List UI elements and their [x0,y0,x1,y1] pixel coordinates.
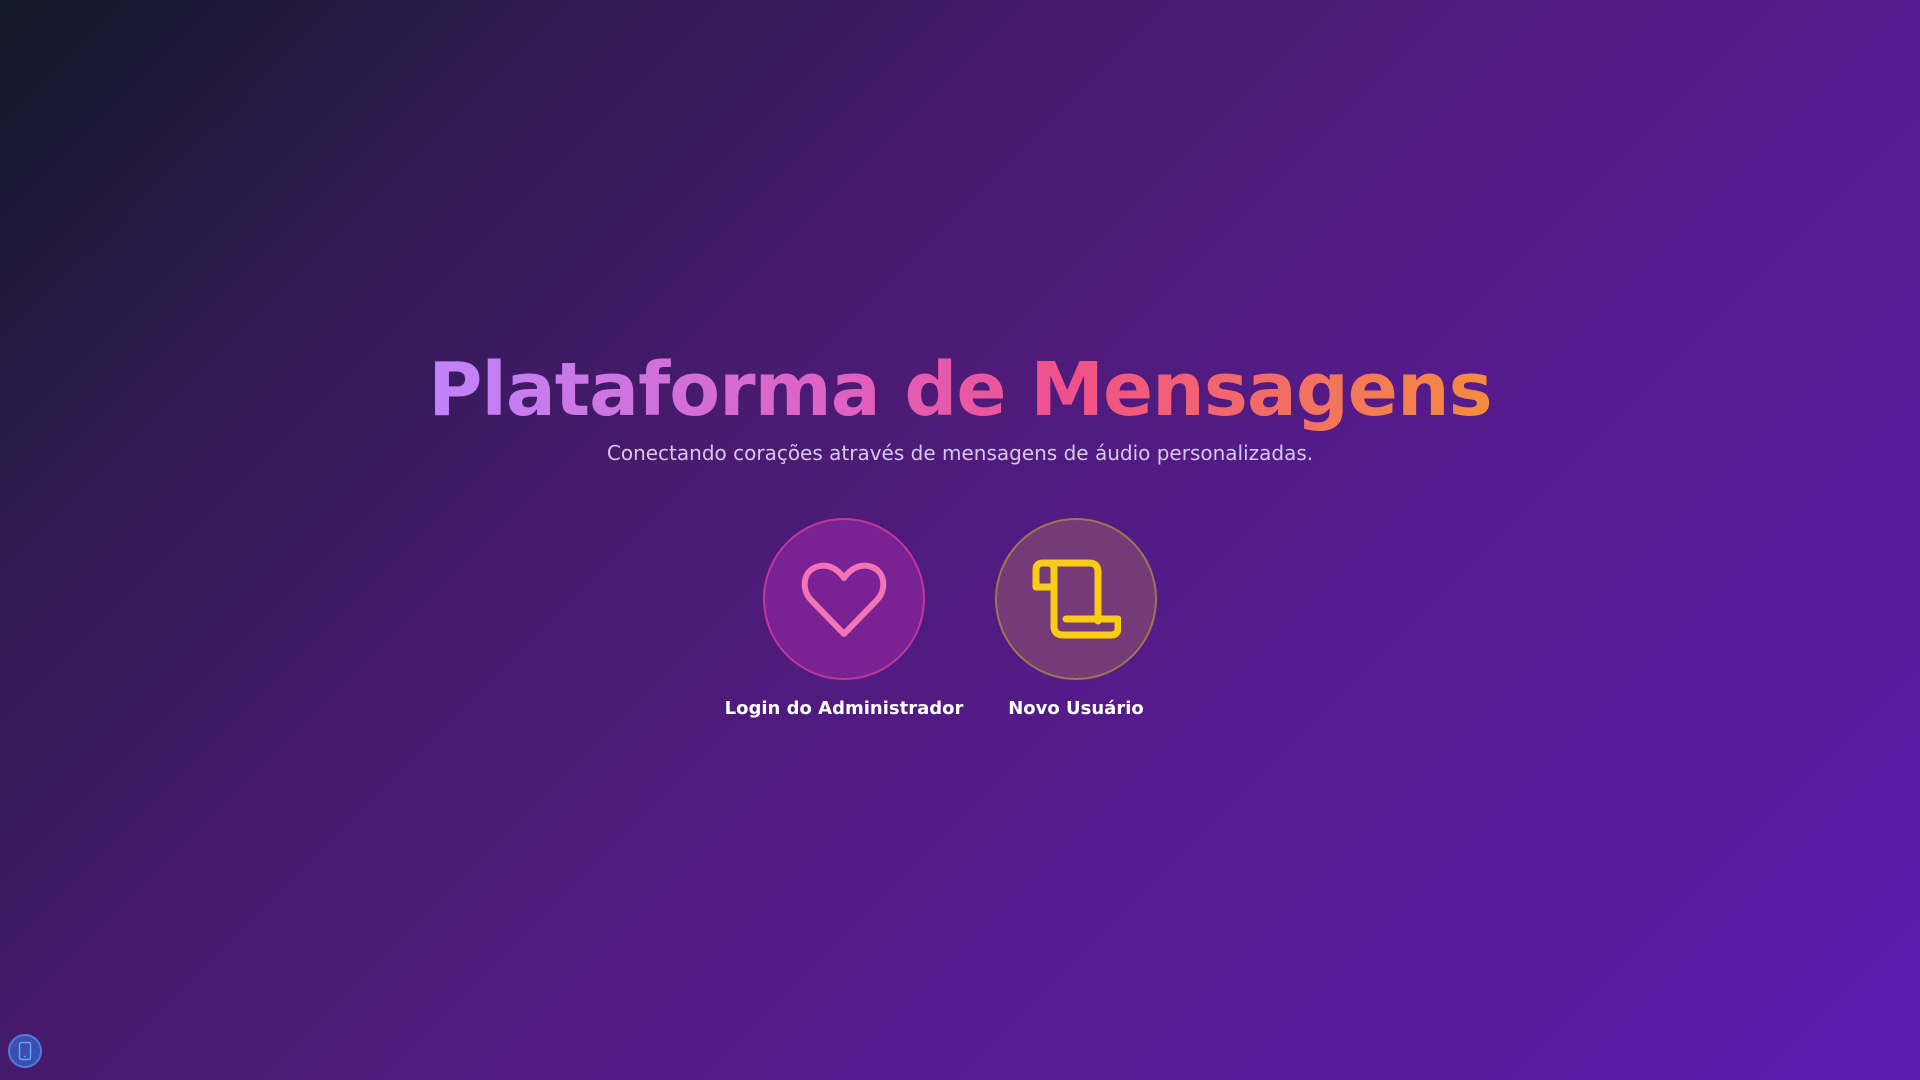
page-subtitle: Conectando corações através de mensagens… [606,441,1314,465]
admin-login-circle[interactable] [763,518,925,680]
mobile-device-icon [18,1041,32,1061]
mobile-preview-toggle[interactable] [8,1034,42,1068]
new-user-label: Novo Usuário [1008,698,1144,719]
heart-icon [801,562,887,637]
admin-login-button[interactable]: Login do Administrador [725,518,963,719]
action-buttons: Login do Administrador Novo Usuário [0,518,1920,719]
admin-login-label: Login do Administrador [724,698,964,719]
new-user-circle[interactable] [995,518,1157,680]
new-user-button[interactable]: Novo Usuário [984,518,1168,719]
page-title: Plataforma de Mensagens [428,347,1492,433]
scroll-icon [1032,559,1121,639]
landing-hero: Plataforma de Mensagens Conectando coraç… [0,0,1920,1080]
